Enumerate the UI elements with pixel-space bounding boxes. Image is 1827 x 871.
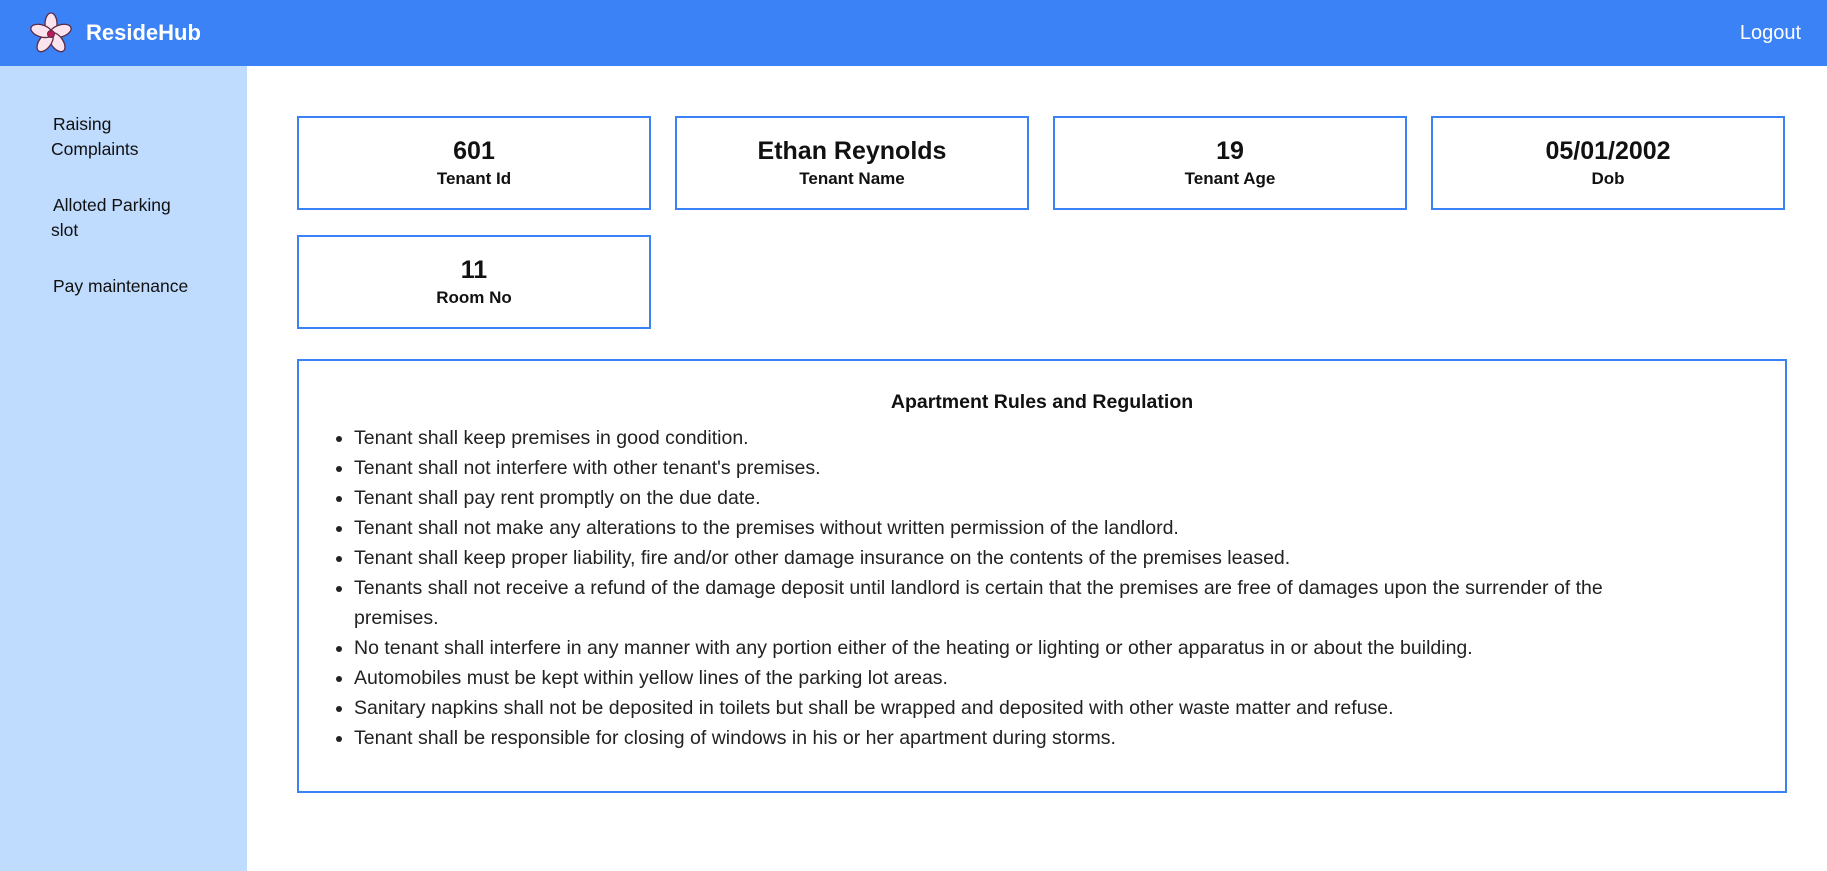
rule-item: Tenant shall keep proper liability, fire… — [354, 543, 1685, 573]
rule-item: No tenant shall interfere in any manner … — [354, 633, 1685, 663]
rule-item: Tenant shall be responsible for closing … — [354, 723, 1685, 753]
sidebar-item-raising-complaints[interactable]: Raising Complaints — [51, 112, 201, 162]
card-value: 11 — [460, 256, 488, 284]
rule-item: Tenant shall not make any alterations to… — [354, 513, 1685, 543]
sidebar-item-pay-maintenance[interactable]: Pay maintenance — [51, 274, 201, 299]
tenant-info-cards: 601 Tenant Id Ethan Reynolds Tenant Name… — [297, 116, 1787, 329]
sidebar-item-label: Alloted Parking slot — [51, 195, 171, 240]
sidebar-item-alloted-parking-slot[interactable]: Alloted Parking slot — [51, 193, 201, 243]
sidebar-item-label: Raising Complaints — [51, 114, 139, 159]
top-navbar: ResideHub Logout — [0, 0, 1827, 66]
card-label: Tenant Age — [1184, 169, 1276, 188]
rule-item: Tenant shall pay rent promptly on the du… — [354, 483, 1685, 513]
tenant-id-card: 601 Tenant Id — [297, 116, 651, 210]
room-no-card: 11 Room No — [297, 235, 651, 329]
brand[interactable]: ResideHub — [28, 10, 201, 56]
rule-item: Tenant shall keep premises in good condi… — [354, 423, 1685, 453]
card-value: 601 — [453, 137, 495, 165]
rule-item: Tenants shall not receive a refund of th… — [354, 573, 1685, 633]
card-label: Room No — [436, 288, 512, 307]
rule-item: Automobiles must be kept within yellow l… — [354, 663, 1685, 693]
sidebar-item-label: Pay maintenance — [53, 276, 189, 296]
rules-list: Tenant shall keep premises in good condi… — [299, 423, 1785, 753]
rule-item: Tenant shall not interfere with other te… — [354, 453, 1685, 483]
card-label: Dob — [1591, 169, 1625, 188]
main-content: 601 Tenant Id Ethan Reynolds Tenant Name… — [297, 116, 1787, 793]
logout-link[interactable]: Logout — [1740, 22, 1801, 45]
dob-card: 05/01/2002 Dob — [1431, 116, 1785, 210]
card-label: Tenant Id — [436, 169, 512, 188]
sidebar: Raising Complaints Alloted Parking slot … — [0, 66, 247, 871]
card-label: Tenant Name — [799, 169, 905, 188]
rule-item: Sanitary napkins shall not be deposited … — [354, 693, 1685, 723]
flower-logo-icon — [29, 11, 73, 55]
card-value: 05/01/2002 — [1545, 137, 1671, 165]
card-value: 19 — [1216, 137, 1244, 165]
rules-title: Apartment Rules and Regulation — [890, 391, 1194, 413]
card-value: Ethan Reynolds — [757, 137, 947, 165]
tenant-name-card: Ethan Reynolds Tenant Name — [675, 116, 1029, 210]
rules-panel: Apartment Rules and Regulation Tenant sh… — [297, 359, 1787, 793]
brand-name: ResideHub — [86, 20, 201, 45]
tenant-age-card: 19 Tenant Age — [1053, 116, 1407, 210]
